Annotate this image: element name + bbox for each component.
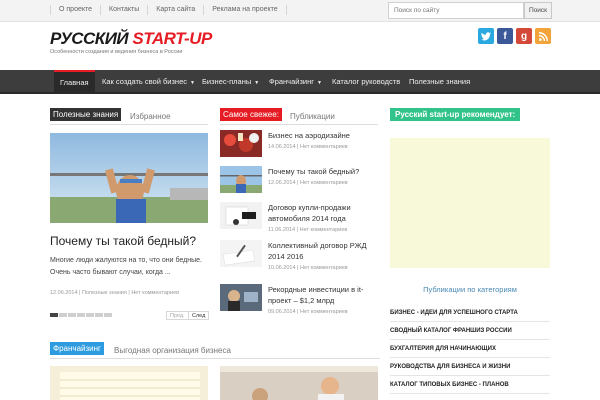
nav-knowledge-label: Полезные знания — [409, 77, 471, 86]
list-item[interactable]: Бизнес на аэродизайне 14.06.2014 | Нет к… — [220, 130, 380, 166]
slider-dots — [50, 313, 113, 317]
list-item[interactable]: Договор купли-продажи автомобиля 2014 го… — [220, 202, 380, 238]
category-link[interactable]: РУКОВОДСТВА ДЛЯ БИЗНЕСА И ЖИЗНИ — [390, 360, 550, 376]
slider-dot[interactable] — [77, 313, 85, 317]
site-logo[interactable]: РУССКИЙ START-UP Особенности создания и … — [50, 30, 212, 56]
top-nav-advertising[interactable]: Реклама на проекте — [204, 5, 287, 15]
featured-title[interactable]: Почему ты такой бедный? — [50, 234, 196, 248]
featured-section-sublabel: Избранное — [130, 112, 171, 121]
nav-knowledge[interactable]: Полезные знания — [403, 70, 476, 94]
top-nav-about[interactable]: О проекте — [50, 5, 102, 15]
slider-dot[interactable] — [95, 313, 103, 317]
nav-catalog-label: Каталог руководств — [332, 77, 401, 86]
publication-date: 09.06.2014 | Нет комментариев — [268, 309, 348, 315]
publication-thumbnail[interactable] — [220, 166, 262, 193]
search-button[interactable]: Поиск — [524, 2, 552, 19]
publication-thumbnail[interactable] — [220, 240, 262, 267]
list-item[interactable]: Коллективный договор РЖД 2014 2016 10.06… — [220, 240, 380, 276]
nav-create-business[interactable]: Как создать свой бизнес ▼ — [96, 70, 201, 94]
top-nav: О проекте Контакты Карта сайта Реклама н… — [50, 5, 287, 15]
chevron-down-icon: ▼ — [316, 80, 322, 86]
publication-title[interactable]: Коллективный договор РЖД 2014 2016 — [268, 240, 383, 262]
nav-franchising-label: Франчайзинг — [269, 77, 314, 86]
ad-banner[interactable] — [390, 138, 550, 268]
publication-title[interactable]: Договор купли-продажи автомобиля 2014 го… — [268, 202, 383, 224]
next-button[interactable]: След — [188, 311, 210, 320]
featured-section-label: Полезные знания — [50, 108, 122, 121]
list-item[interactable]: Почему ты такой бедный? 12.06.2014 | Нет… — [220, 166, 380, 202]
latest-section-sublabel: Публикации — [290, 112, 335, 121]
latest-section-label: Самое свежее: — [220, 108, 282, 121]
nav-business-plans-label: Бизнес-планы — [202, 77, 252, 86]
top-nav-contacts[interactable]: Контакты — [101, 5, 149, 15]
site-tagline: Особенности создания и ведения бизнеса в… — [50, 49, 183, 55]
logo-part1: РУССКИЙ — [50, 29, 133, 48]
nav-create-business-label: Как создать свой бизнес — [102, 77, 187, 86]
featured-image[interactable] — [50, 133, 208, 223]
publication-date: 12.06.2014 | Нет комментариев — [268, 180, 348, 186]
featured-meta: 12.06.2014 | Полезные знания | Нет комме… — [50, 290, 180, 296]
top-bar: О проекте Контакты Карта сайта Реклама н… — [0, 0, 600, 22]
nav-catalog[interactable]: Каталог руководств — [326, 70, 406, 94]
category-link[interactable]: СВОДНЫЙ КАТАЛОГ ФРАНШИЗ РОССИИ — [390, 324, 550, 340]
category-link[interactable]: БУХГАЛТЕРИЯ ДЛЯ НАЧИНАЮЩИХ — [390, 342, 550, 358]
rss-icon[interactable] — [535, 28, 551, 44]
publication-thumbnail[interactable] — [220, 202, 262, 229]
categories-heading: Публикации по категориям — [423, 285, 517, 294]
chevron-down-icon: ▼ — [190, 80, 195, 86]
category-link[interactable]: БИЗНЕС - ИДЕИ ДЛЯ УСПЕШНОГО СТАРТА — [390, 306, 550, 322]
publication-date: 10.06.2014 | Нет комментариев — [268, 265, 348, 271]
publication-date: 14.06.2014 | Нет комментариев — [268, 144, 348, 150]
top-nav-sitemap[interactable]: Карта сайта — [148, 5, 205, 15]
divider — [50, 124, 208, 125]
list-item[interactable]: Рекордные инвестиции в it-проект – $1,2 … — [220, 284, 380, 320]
nav-business-plans[interactable]: Бизнес-планы ▼ — [196, 70, 265, 94]
logo-text: РУССКИЙ START-UP — [50, 30, 212, 48]
twitter-icon[interactable] — [478, 28, 494, 44]
main-nav: Главная Как создать свой бизнес ▼ Бизнес-… — [0, 70, 600, 94]
franchising-section-label: Франчайзинг — [50, 342, 104, 355]
nav-home-label: Главная — [60, 78, 89, 87]
slider-dot[interactable] — [59, 313, 67, 317]
chevron-down-icon: ▼ — [254, 80, 260, 86]
publication-title[interactable]: Бизнес на аэродизайне — [268, 130, 383, 141]
recommend-section-label: Русский start-up рекомендует: — [390, 108, 521, 121]
franchise-image[interactable] — [220, 366, 378, 400]
category-link[interactable]: КАТАЛОГ ТИПОВЫХ БИЗНЕС - ПЛАНОВ — [390, 378, 550, 394]
franchise-image[interactable] — [50, 366, 208, 400]
divider — [220, 124, 378, 125]
publication-thumbnail[interactable] — [220, 284, 262, 311]
divider — [50, 358, 380, 359]
slider-dot[interactable] — [68, 313, 76, 317]
facebook-icon[interactable]: f — [497, 28, 513, 44]
google-glyph: g — [520, 30, 528, 42]
nav-home[interactable]: Главная — [54, 70, 95, 94]
google-plus-icon[interactable]: g — [516, 28, 532, 44]
publication-date: 11.06.2014 | Нет комментариев — [268, 227, 348, 233]
facebook-glyph: f — [503, 30, 507, 42]
slider-dot[interactable] — [104, 313, 112, 317]
publication-title[interactable]: Рекордные инвестиции в it-проект – $1,2 … — [268, 284, 383, 306]
franchising-section-sublabel: Выгодная организация бизнеса — [114, 346, 231, 355]
prev-button[interactable]: Пред. — [166, 311, 189, 320]
search-input[interactable] — [388, 2, 524, 19]
logo-part2: START-UP — [132, 29, 212, 48]
nav-franchising[interactable]: Франчайзинг ▼ — [263, 70, 328, 94]
featured-excerpt: Многие люди жалуются на то, что они бедн… — [50, 257, 202, 276]
publication-thumbnail[interactable] — [220, 130, 262, 157]
slider-dot[interactable] — [50, 313, 58, 317]
publication-title[interactable]: Почему ты такой бедный? — [268, 166, 383, 177]
slider-dot[interactable] — [86, 313, 94, 317]
